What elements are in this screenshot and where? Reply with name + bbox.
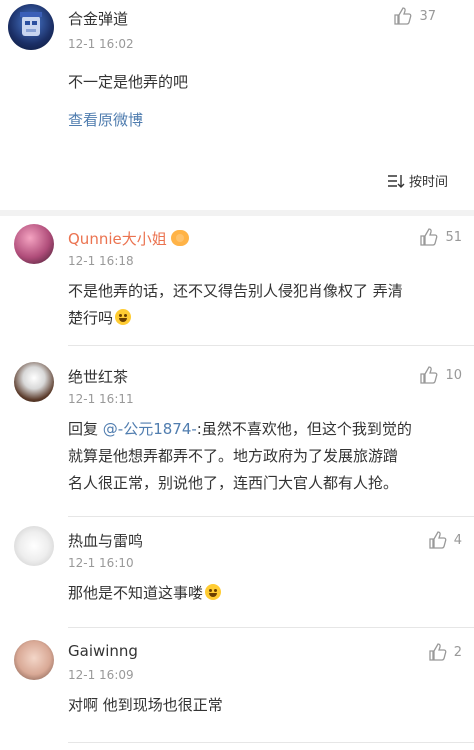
comment-divider	[68, 345, 474, 346]
sort-icon	[387, 174, 405, 188]
comment-divider	[68, 742, 474, 743]
commenter-avatar[interactable]	[14, 362, 54, 402]
comment-time: 12-1 16:10	[68, 556, 134, 570]
comment-divider	[68, 516, 474, 517]
sweat-smile-emoji-icon	[115, 309, 132, 325]
post-text: 不一定是他弄的吧	[68, 73, 189, 91]
comment-text: 不是他弄的话，还不又得告别人侵犯肖像权了 弄清 楚行吗	[68, 278, 464, 332]
post-time: 12-1 16:02	[68, 37, 134, 51]
mention-link[interactable]: @-公元1874-	[103, 420, 197, 438]
thumbs-up-icon	[429, 643, 447, 661]
author-avatar[interactable]	[8, 4, 54, 50]
commenter-name[interactable]: 热血与雷鸣	[68, 530, 143, 551]
post-author-name[interactable]: 合金弹道	[68, 8, 128, 29]
comment-time: 12-1 16:18	[68, 254, 134, 268]
member-badge-icon	[170, 230, 189, 246]
comment-like-count: 4	[453, 532, 462, 548]
commenter-name-text: Qunnie大小姐	[68, 230, 167, 248]
post-like-button[interactable]: 37	[393, 6, 436, 26]
main-post: 合金弹道 12-1 16:02 37 不一定是他弄的吧 查看原微博 按时间	[0, 0, 474, 210]
comment-text-first-line: 回复 @-公元1874-:虽然不喜欢他，但这个我到觉的	[68, 416, 468, 443]
thumbs-up-icon	[420, 366, 438, 384]
comment-text-line: 不是他弄的话，还不又得告别人侵犯肖像权了 弄清	[68, 282, 403, 300]
thumbs-up-icon	[420, 228, 438, 246]
comment-text: 对啊 他到现场也很正常	[68, 692, 464, 719]
comment-text-line: 就算是他想弄都弄不了。地方政府为了发展旅游蹭	[68, 447, 399, 465]
robot-avatar-icon	[20, 12, 42, 36]
reply-prefix: 回复	[68, 420, 103, 438]
commenter-name[interactable]: Qunnie大小姐	[68, 228, 189, 249]
commenter-name[interactable]: 绝世红茶	[68, 366, 128, 387]
comment-time: 12-1 16:09	[68, 668, 134, 682]
comment-text-line-with-emoji: 楚行吗	[68, 305, 464, 332]
commenter-name[interactable]: Gaiwinng	[68, 642, 138, 660]
thumbs-up-icon	[394, 7, 412, 25]
view-original-link[interactable]: 查看原微博	[68, 109, 143, 130]
sort-by-time-button[interactable]: 按时间	[387, 171, 448, 190]
comment-like-count: 2	[453, 644, 462, 660]
comment-text-line-with-emoji: 那他是不知道这事喽	[68, 580, 464, 607]
comment-like-button[interactable]: 2	[428, 642, 462, 662]
comment-text: 那他是不知道这事喽	[68, 580, 464, 607]
comment-divider	[68, 627, 474, 628]
comment-text: 回复 @-公元1874-:虽然不喜欢他，但这个我到觉的 就算是他想弄都弄不了。地…	[68, 416, 468, 497]
comment-like-button[interactable]: 51	[419, 227, 462, 247]
commenter-avatar[interactable]	[14, 526, 54, 566]
commenter-avatar[interactable]	[14, 224, 54, 264]
comment-like-count: 10	[445, 367, 462, 383]
commenter-avatar[interactable]	[14, 640, 54, 680]
section-divider	[0, 210, 474, 216]
post-like-count: 37	[419, 8, 436, 24]
comment-text-line: 那他是不知道这事喽	[68, 584, 204, 602]
comment-text-line: 对啊 他到现场也很正常	[68, 696, 223, 714]
sort-label: 按时间	[408, 175, 448, 190]
laughing-emoji-icon	[205, 584, 222, 600]
comment-text-line: 楚行吗	[68, 309, 114, 327]
comment-text-line: 名人很正常，别说他了，连西门大官人都有人抢。	[68, 474, 399, 492]
comment-text-line: :虽然不喜欢他，但这个我到觉的	[196, 420, 412, 438]
comment-like-count: 51	[445, 229, 462, 245]
comment-like-button[interactable]: 4	[428, 530, 462, 550]
comment-like-button[interactable]: 10	[419, 365, 462, 385]
comment-time: 12-1 16:11	[68, 392, 134, 406]
thumbs-up-icon	[429, 531, 447, 549]
